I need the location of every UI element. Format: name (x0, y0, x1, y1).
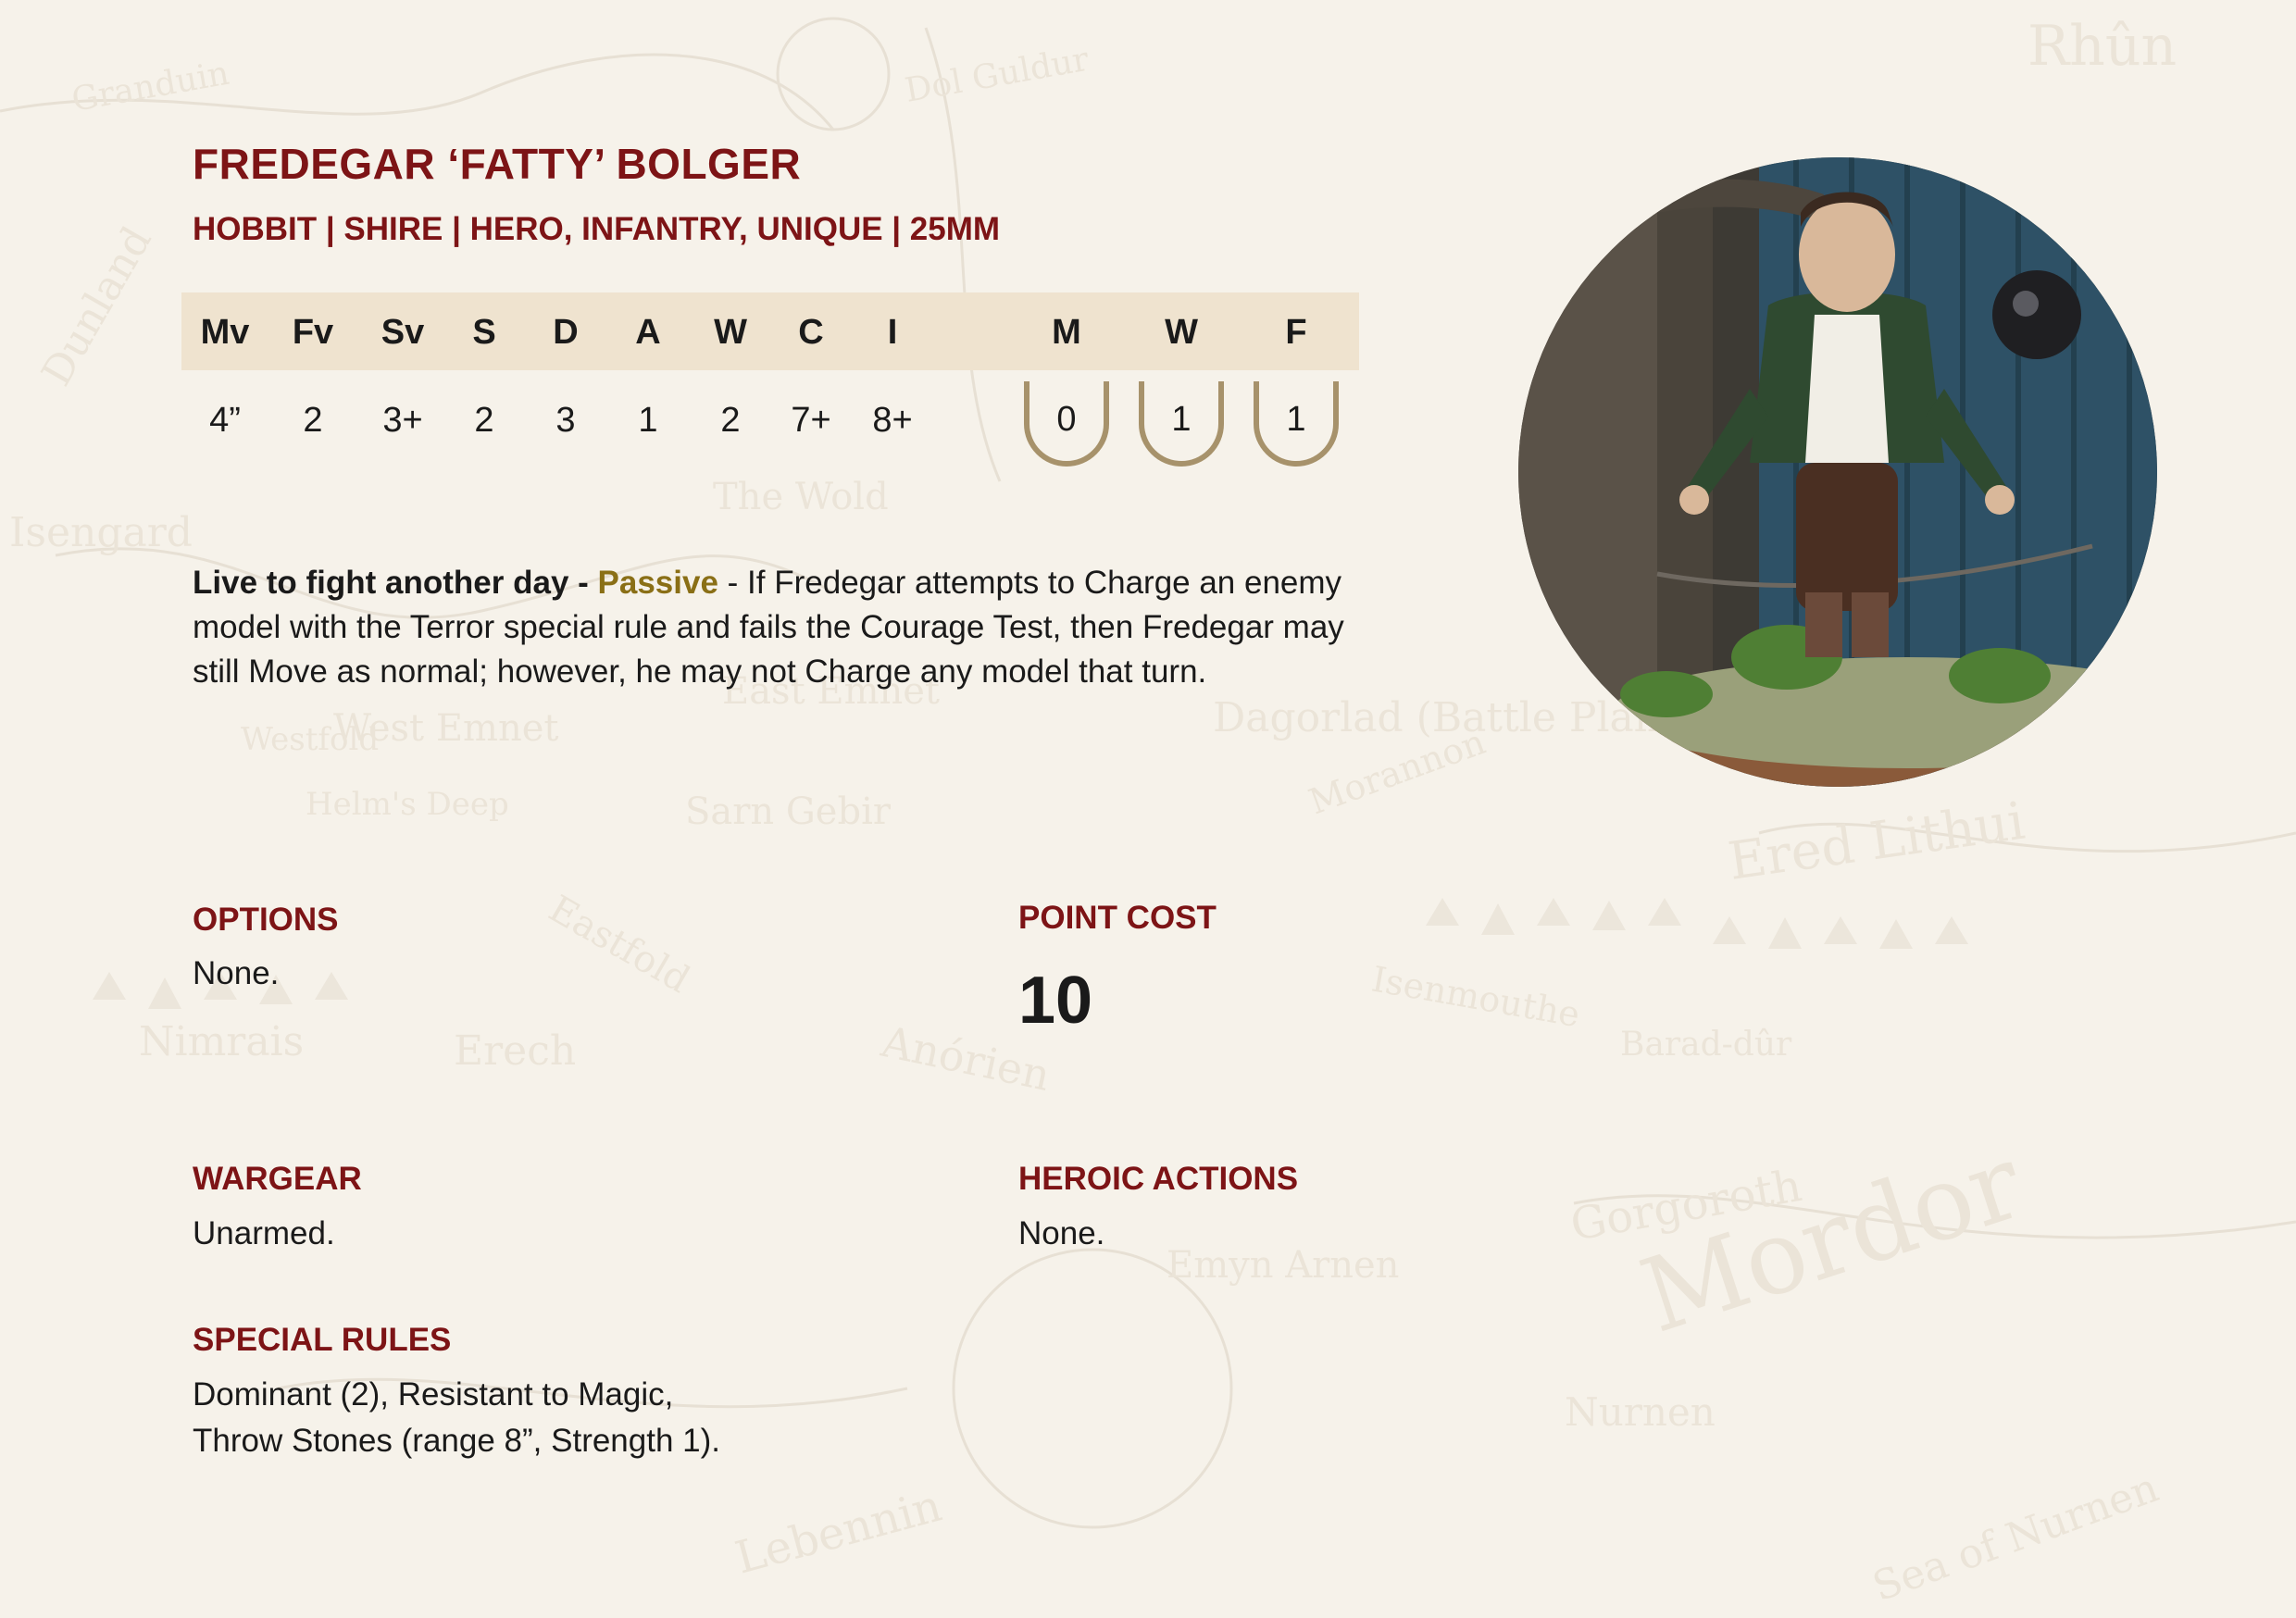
special-rules-heading: SPECIAL RULES (193, 1322, 452, 1358)
might-shield-icon: 0 (1024, 381, 1109, 467)
options-text: None. (193, 955, 280, 991)
special-rules-line-2: Throw Stones (range 8”, Strength 1). (193, 1423, 720, 1459)
stat-value-c: 7+ (791, 401, 831, 440)
point-cost-heading: POINT COST (1018, 900, 1217, 936)
heroic-header-f: F (1285, 313, 1307, 352)
wargear-heading: WARGEAR (193, 1161, 362, 1197)
special-rule-paragraph: Live to fight another day - Passive - If… (193, 561, 1378, 694)
stat-header-fv: Fv (292, 313, 334, 352)
stat-value-d: 3 (555, 401, 576, 440)
stat-value-s: 2 (474, 401, 494, 440)
special-rule-name: Live to fight another day - (193, 565, 589, 601)
heroic-header-m: M (1052, 313, 1081, 352)
heroic-header-w: W (1165, 313, 1198, 352)
card-title: FREDEGAR ‘FATTY’ BOLGER (193, 140, 802, 188)
point-cost-value: 10 (1018, 964, 1093, 1038)
stat-header-sv: Sv (381, 313, 425, 352)
stat-value-i: 8+ (872, 401, 913, 440)
stat-header-s: S (472, 313, 496, 352)
profile-card: FREDEGAR ‘FATTY’ BOLGER HOBBIT | SHIRE |… (0, 0, 2296, 1618)
options-heading: OPTIONS (193, 902, 339, 938)
fate-value: 1 (1286, 400, 1306, 439)
stat-header-i: I (887, 313, 898, 352)
miniature-portrait (1518, 157, 2157, 787)
stat-header-mv: Mv (200, 313, 250, 352)
stat-value-a: 1 (638, 401, 658, 440)
fate-shield-icon: 1 (1254, 381, 1339, 467)
stat-value-w: 2 (720, 401, 741, 440)
stat-header-a: A (635, 313, 661, 352)
card-keywords: HOBBIT | SHIRE | HERO, INFANTRY, UNIQUE … (193, 211, 1001, 247)
stat-header-c: C (798, 313, 824, 352)
stat-header-d: D (553, 313, 579, 352)
will-shield-icon: 1 (1139, 381, 1224, 467)
will-value: 1 (1171, 400, 1192, 439)
special-rule-type: Passive (597, 565, 718, 601)
wargear-text: Unarmed. (193, 1215, 335, 1251)
special-rules-line-1: Dominant (2), Resistant to Magic, (193, 1376, 674, 1413)
stat-value-fv: 2 (303, 401, 323, 440)
stat-value-mv: 4” (209, 401, 241, 440)
might-value: 0 (1056, 400, 1077, 439)
stat-value-sv: 3+ (382, 401, 423, 440)
heroic-actions-text: None. (1018, 1215, 1105, 1251)
stat-header-w: W (714, 313, 747, 352)
heroic-actions-heading: HEROIC ACTIONS (1018, 1161, 1299, 1197)
